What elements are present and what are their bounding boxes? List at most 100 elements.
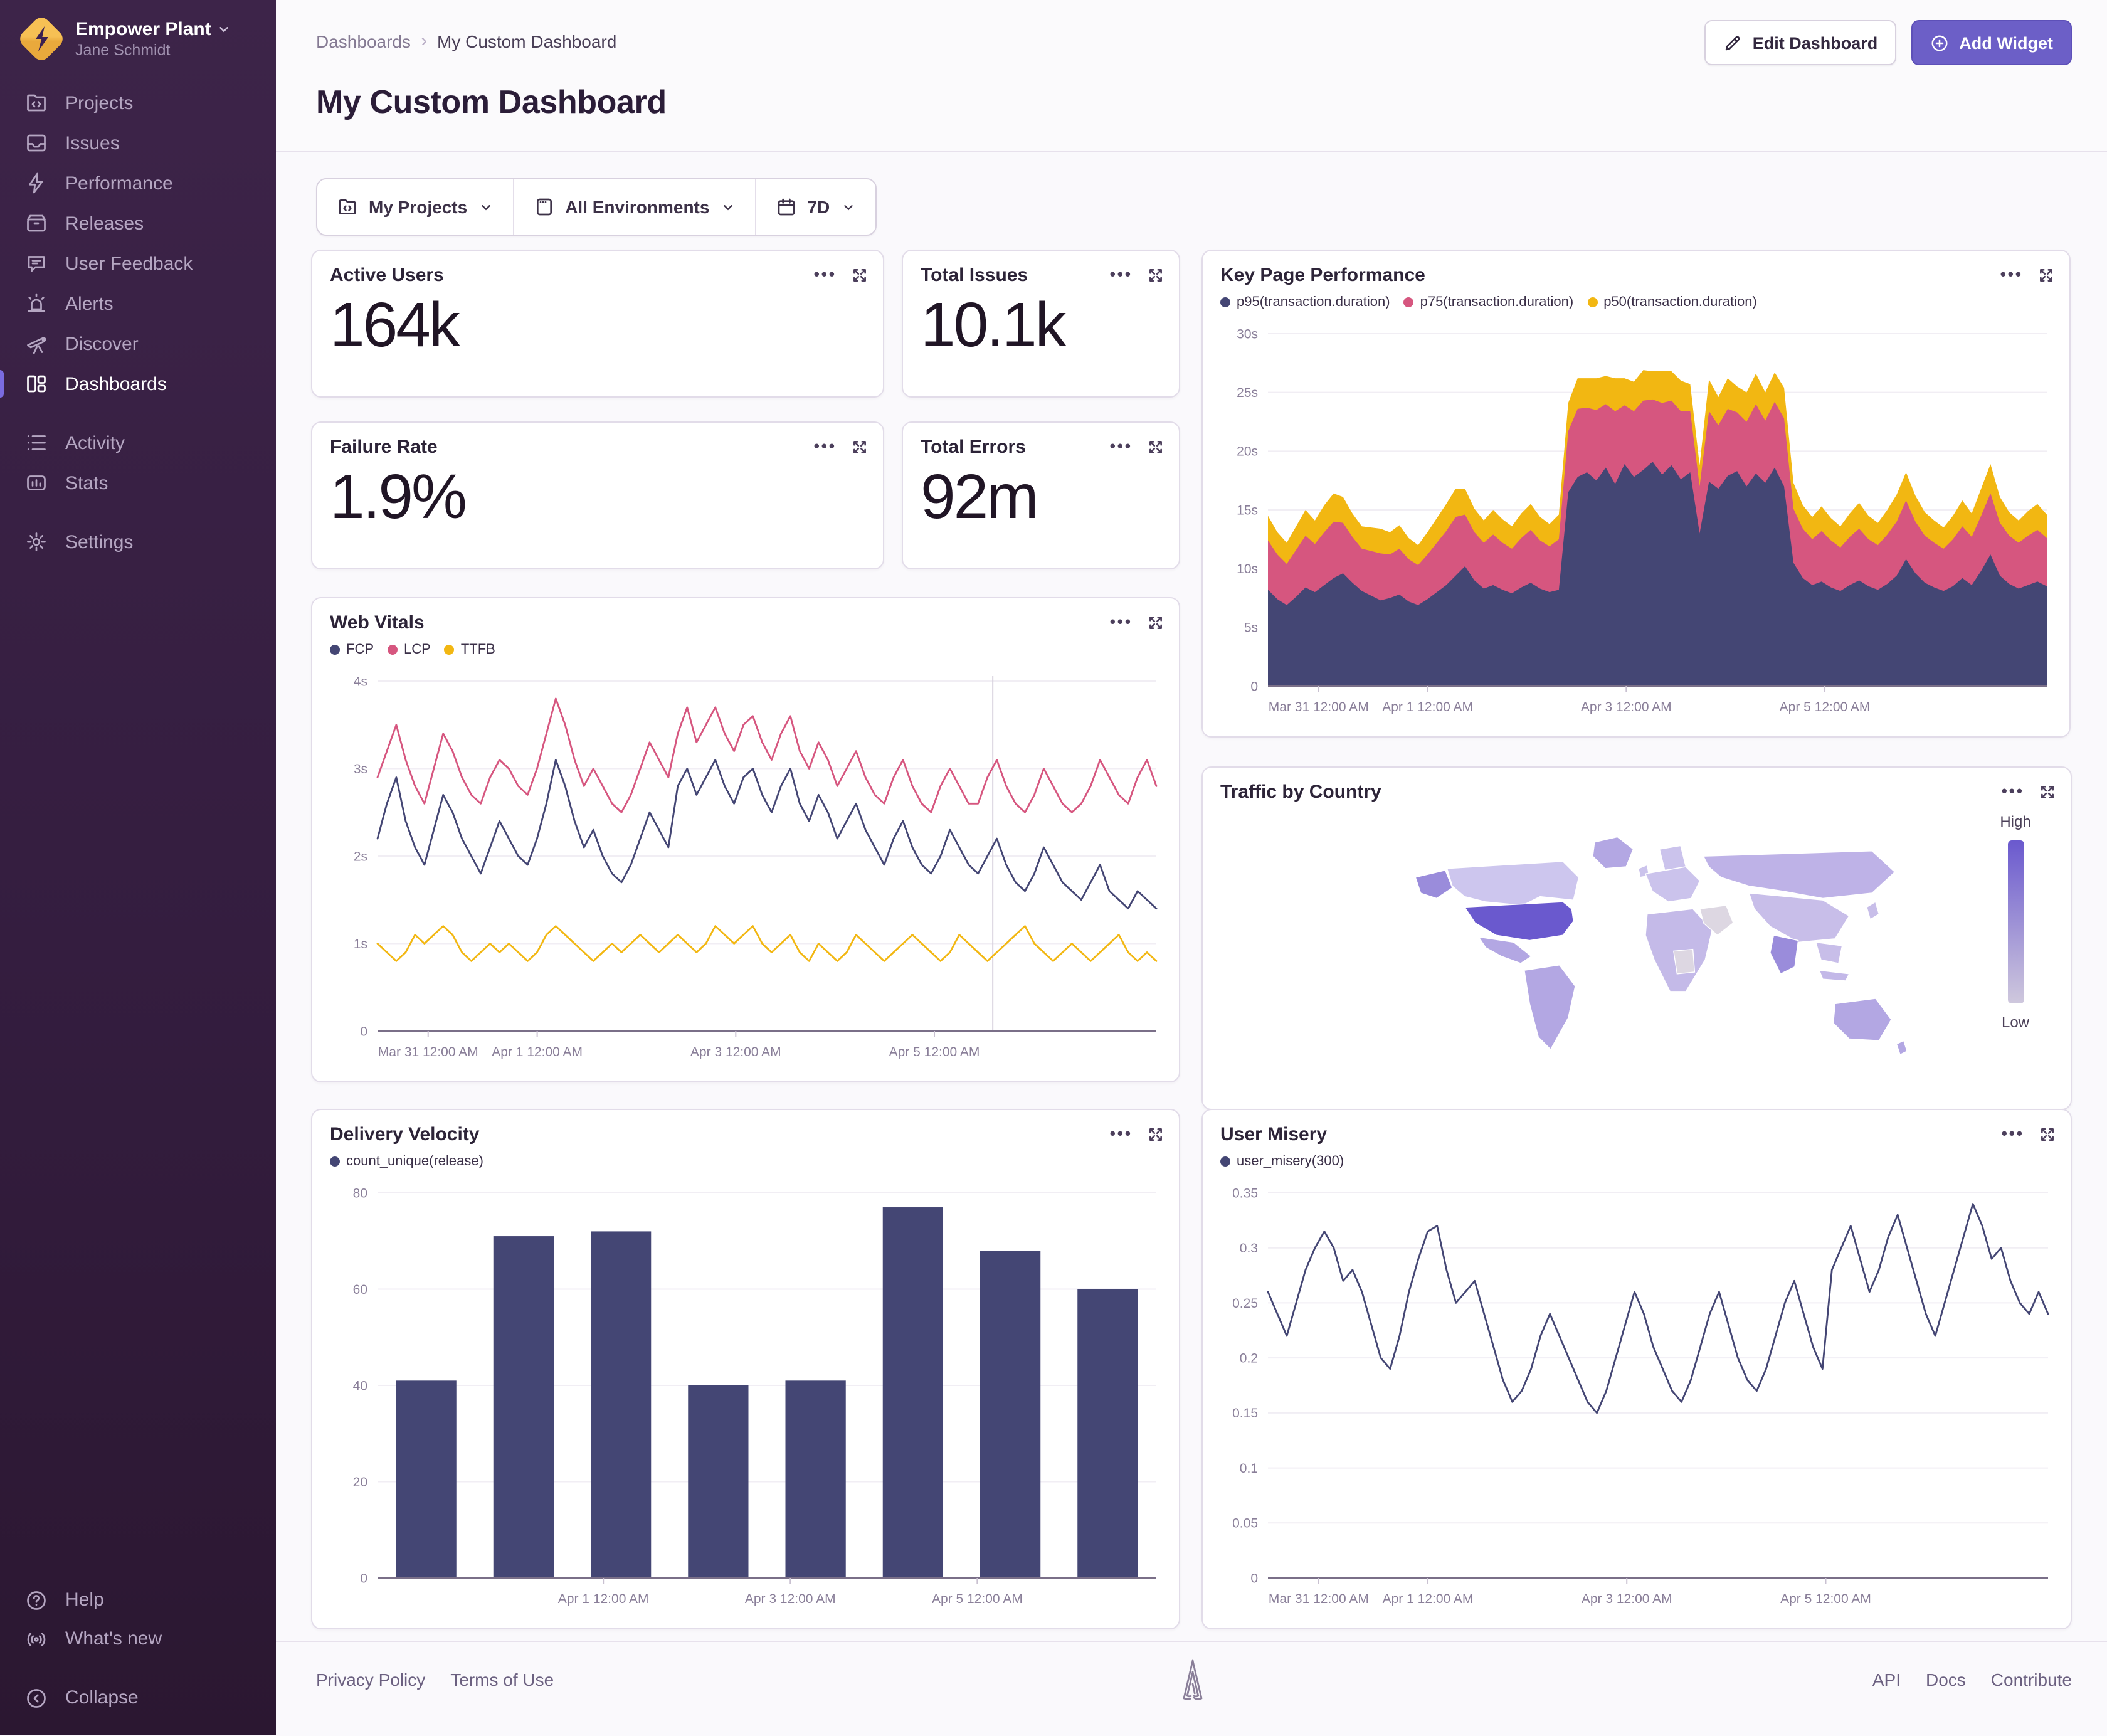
web-vitals-chart[interactable]: 0 1s 2s 3s 4s Mar 31 12:00 AM Apr 1 12:00 AM Ap… (322, 669, 1166, 1076)
projects-filter[interactable]: My Projects (317, 179, 512, 235)
svg-text:1s: 1s (354, 937, 367, 951)
map-region-africa_central[interactable] (1672, 948, 1696, 975)
sidebar-item-label: Performance (65, 172, 173, 194)
legend-item[interactable]: FCP (330, 642, 374, 657)
svg-text:0.05: 0.05 (1232, 1516, 1258, 1531)
chevron-down-icon (723, 204, 732, 210)
activity-icon (25, 431, 48, 454)
map-legend-high: High (2000, 813, 2031, 830)
sidebar-item-dashboards[interactable]: Dashboards (0, 364, 276, 404)
org-switcher[interactable]: Empower Plant Jane Schmidt (0, 0, 276, 73)
widget-expand-button[interactable] (2038, 267, 2054, 283)
map-region-mexico[interactable] (1477, 936, 1533, 964)
sidebar-item-user-feedback[interactable]: User Feedback (0, 243, 276, 283)
widget-menu-button[interactable]: ••• (1110, 611, 1133, 633)
add-widget-button[interactable]: Add Widget (1911, 20, 2072, 65)
footer-link[interactable]: Docs (1926, 1670, 1966, 1690)
delivery-velocity-chart[interactable]: 0 20 40 60 80 Apr 1 12:00 AM Apr 3 12:00 AM Apr… (322, 1180, 1166, 1623)
edit-dashboard-button[interactable]: Edit Dashboard (1704, 20, 1897, 65)
sidebar-item-settings[interactable]: Settings (0, 522, 276, 562)
widget-menu-button[interactable]: ••• (1110, 263, 1133, 286)
map-region-russia[interactable] (1703, 850, 1896, 899)
widget-menu-button[interactable]: ••• (814, 263, 837, 286)
sidebar-item-performance[interactable]: Performance (0, 163, 276, 203)
svg-text:25s: 25s (1237, 386, 1258, 400)
footer-link[interactable]: API (1872, 1670, 1901, 1690)
filter-bar: My Projects All Environments 7D (316, 178, 877, 236)
widget-expand-button[interactable] (852, 267, 868, 283)
svg-text:0.1: 0.1 (1240, 1461, 1258, 1476)
legend-item[interactable]: count_unique(release) (330, 1154, 483, 1169)
user-misery-chart[interactable]: 0 0.05 0.1 0.15 0.2 0.25 0.3 0.35 Mar 31 12:00 A… (1213, 1180, 2058, 1623)
widget-expand-button[interactable] (1148, 438, 1164, 455)
legend-item[interactable]: p50(transaction.duration) (1587, 295, 1757, 310)
map-region-alaska[interactable] (1415, 869, 1453, 899)
sidebar-item-label: What's new (65, 1628, 162, 1649)
map-region-japan[interactable] (1866, 901, 1880, 921)
widget-expand-button[interactable] (852, 438, 868, 455)
footer-link[interactable]: Contribute (1991, 1670, 2072, 1690)
widget-user-misery: User Misery ••• user_misery(300) 0 0.05 0.… (1201, 1109, 2072, 1629)
world-map[interactable] (1391, 823, 1918, 1086)
widget-menu-button[interactable]: ••• (1110, 1123, 1133, 1145)
map-region-south_america[interactable] (1523, 965, 1576, 1051)
map-region-se_asia[interactable] (1815, 941, 1843, 964)
map-region-new_zealand[interactable] (1896, 1040, 1908, 1056)
svg-text:20s: 20s (1237, 445, 1258, 459)
legend-item[interactable]: user_misery(300) (1220, 1154, 1344, 1169)
map-region-india[interactable] (1770, 934, 1799, 975)
map-region-europe[interactable] (1645, 866, 1701, 902)
map-region-central_asia[interactable] (1748, 892, 1850, 943)
legend-item[interactable]: TTFB (444, 642, 495, 657)
sidebar-item-activity[interactable]: Activity (0, 423, 276, 463)
sidebar-item-releases[interactable]: Releases (0, 203, 276, 243)
plus-circle-icon (1931, 34, 1948, 51)
sidebar-item-help[interactable]: Help (0, 1580, 276, 1619)
footer-link[interactable]: Privacy Policy (316, 1670, 425, 1690)
map-legend-gradient (2008, 840, 2024, 1003)
legend-item[interactable]: p75(transaction.duration) (1403, 295, 1573, 310)
footer-link[interactable]: Terms of Use (450, 1670, 554, 1690)
widget-expand-button[interactable] (2039, 1126, 2056, 1142)
svg-text:Apr 3 12:00 AM: Apr 3 12:00 AM (1581, 700, 1672, 714)
org-name: Empower Plant (75, 19, 211, 40)
sidebar-item-alerts[interactable]: Alerts (0, 283, 276, 324)
widget-expand-button[interactable] (1148, 267, 1164, 283)
breadcrumb-separator-icon: › (421, 30, 427, 51)
widget-menu-button[interactable]: ••• (1110, 435, 1133, 458)
map-region-greenland[interactable] (1592, 836, 1634, 869)
widget-menu-button[interactable]: ••• (2002, 780, 2024, 803)
map-region-australia[interactable] (1832, 998, 1892, 1041)
stat-value: 1.9% (330, 462, 467, 532)
sidebar-item-collapse[interactable]: Collapse (0, 1678, 276, 1717)
widget-menu-button[interactable]: ••• (2000, 263, 2023, 286)
map-region-canada[interactable] (1446, 860, 1580, 906)
widget-menu-button[interactable]: ••• (814, 435, 837, 458)
widget-menu-button[interactable]: ••• (2002, 1123, 2024, 1145)
legend-item[interactable]: p95(transaction.duration) (1220, 295, 1390, 310)
svg-text:0.35: 0.35 (1232, 1186, 1258, 1200)
map-region-scandinavia[interactable] (1659, 845, 1687, 871)
widget-expand-button[interactable] (2039, 783, 2056, 800)
legend-item[interactable]: LCP (388, 642, 431, 657)
sidebar-item-issues[interactable]: Issues (0, 123, 276, 163)
sidebar-item-discover[interactable]: Discover (0, 324, 276, 364)
widget-title: Delivery Velocity (330, 1124, 480, 1145)
svg-text:Apr 1 12:00 AM: Apr 1 12:00 AM (558, 1592, 649, 1606)
map-region-indonesia[interactable] (1819, 970, 1850, 982)
sidebar-item-whats-new[interactable]: What's new (0, 1619, 276, 1658)
widget-expand-button[interactable] (1148, 1126, 1164, 1142)
svg-text:40: 40 (353, 1379, 367, 1393)
sidebar-item-projects[interactable]: Projects (0, 83, 276, 123)
widget-expand-button[interactable] (1148, 614, 1164, 630)
map-region-usa[interactable] (1464, 901, 1574, 941)
breadcrumb-dashboards[interactable]: Dashboards (316, 31, 411, 51)
environments-filter[interactable]: All Environments (512, 179, 754, 235)
date-range-filter[interactable]: 7D (754, 179, 875, 235)
key-page-performance-chart[interactable]: 0 5s 10s 15s 20s 25s 30s Mar 31 12:00 AM Apr 1 1… (1213, 321, 2057, 731)
svg-text:Apr 1 12:00 AM: Apr 1 12:00 AM (1383, 1592, 1474, 1606)
sidebar-item-stats[interactable]: Stats (0, 463, 276, 503)
svg-text:Apr 3 12:00 AM: Apr 3 12:00 AM (690, 1045, 781, 1059)
performance-icon (25, 172, 48, 194)
svg-text:5s: 5s (1244, 621, 1258, 635)
